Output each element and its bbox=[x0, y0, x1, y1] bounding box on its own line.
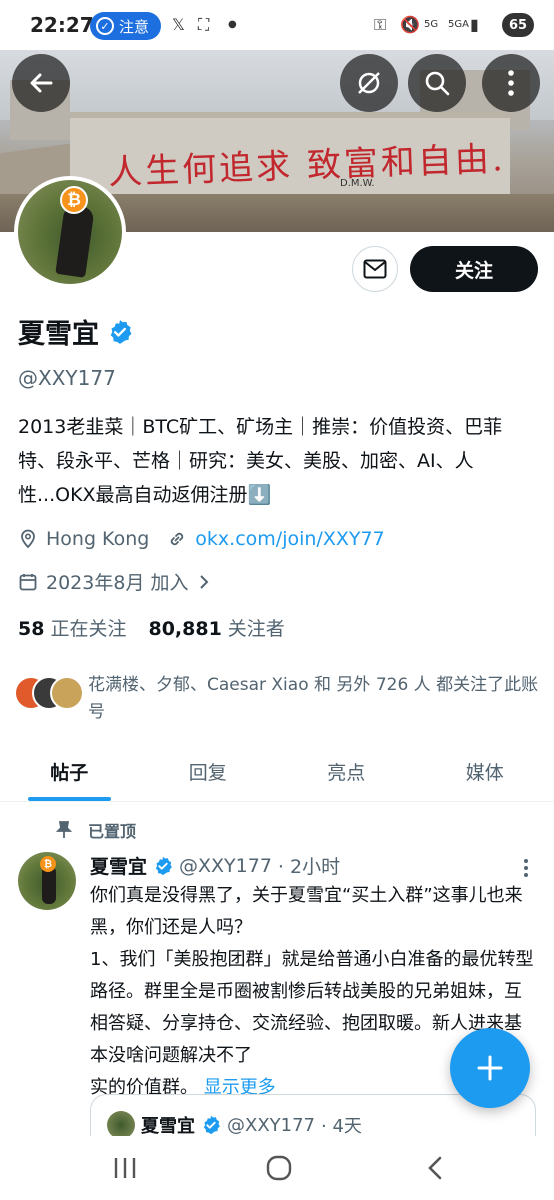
no-view-icon bbox=[358, 72, 380, 94]
notice-icon: ✓ bbox=[96, 17, 114, 35]
profile-link[interactable]: okx.com/join/XXY77 bbox=[195, 528, 384, 550]
verified-badge-icon bbox=[203, 1115, 220, 1135]
pinned-label: 已置顶 bbox=[88, 822, 137, 841]
profile-tabs: 帖子 回复 亮点 媒体 bbox=[0, 748, 554, 802]
back-nav-button[interactable] bbox=[420, 1154, 450, 1182]
location-pin-icon bbox=[21, 529, 35, 549]
quoted-post-header: 夏雪宜 @XXY177 · 4天 bbox=[107, 1111, 362, 1139]
tab-media[interactable]: 媒体 bbox=[416, 748, 554, 801]
banner-signature: D.M.W. bbox=[340, 178, 375, 189]
compose-button[interactable] bbox=[450, 1028, 530, 1108]
status-time: 22:27 bbox=[30, 13, 94, 37]
pinned-indicator: 已置顶 bbox=[56, 818, 136, 842]
more-button[interactable] bbox=[482, 54, 540, 112]
followers-count: 80,881 bbox=[148, 618, 222, 640]
home-icon bbox=[266, 1155, 292, 1181]
tab-replies[interactable]: 回复 bbox=[139, 748, 278, 801]
following-count: 58 bbox=[18, 618, 45, 640]
more-vertical-icon[interactable] bbox=[516, 856, 536, 880]
back-icon bbox=[428, 1156, 442, 1180]
quoted-post-time: · 4天 bbox=[321, 1116, 362, 1137]
status-bar: 22:27 ✓ 注意 𝕏 ⛶ ● ⚿ 🔇 5G 5GA ▮ 65 bbox=[0, 0, 554, 50]
following-label: 正在关注 bbox=[50, 618, 127, 640]
home-button[interactable] bbox=[264, 1154, 294, 1182]
network-5g-label: 5G bbox=[424, 19, 439, 30]
follow-counts: 58 正在关注 80,881 关注者 bbox=[18, 614, 285, 641]
key-icon: ⚿ bbox=[374, 15, 387, 34]
verified-badge-icon bbox=[155, 856, 172, 875]
tab-posts[interactable]: 帖子 bbox=[0, 748, 139, 801]
following-stat[interactable]: 58 正在关注 bbox=[18, 614, 126, 641]
chevron-right-icon bbox=[200, 574, 209, 589]
mute-icon: 🔇 bbox=[400, 15, 420, 34]
more-vertical-icon bbox=[508, 70, 514, 96]
post-author-handle[interactable]: @XXY177 bbox=[179, 855, 272, 877]
bitcoin-icon: ₿ bbox=[60, 186, 88, 214]
display-name-text: 夏雪宜 bbox=[18, 319, 99, 350]
mutual-avatars bbox=[14, 676, 84, 710]
profile-bio: 2013老韭菜｜BTC矿工、矿场主｜推崇：价值投资、巴菲特、段永平、芒格｜研究：… bbox=[18, 416, 503, 506]
followers-stat[interactable]: 80,881 关注者 bbox=[148, 614, 284, 641]
back-button[interactable] bbox=[12, 54, 70, 112]
post-header: 夏雪宜 @XXY177 · 2小时 bbox=[90, 852, 340, 879]
mutual-followers-text: 花满楼、夕郁、Caesar Xiao 和 另外 726 人 都关注了此账号 bbox=[88, 675, 539, 722]
profile-location: Hong Kong bbox=[46, 528, 150, 550]
search-icon bbox=[425, 71, 450, 96]
quoted-author-name: 夏雪宜 bbox=[141, 1116, 195, 1137]
tab-highlights[interactable]: 亮点 bbox=[277, 748, 416, 801]
profile-joined: 2023年8月 加入 bbox=[46, 572, 189, 594]
system-nav-bar bbox=[0, 1136, 554, 1200]
back-arrow-icon bbox=[30, 73, 53, 93]
bitcoin-icon: ₿ bbox=[40, 856, 56, 872]
network-5ga-label: 5GA bbox=[448, 19, 469, 30]
message-button[interactable] bbox=[352, 246, 398, 292]
mail-icon bbox=[363, 259, 387, 279]
profile-handle: @XXY177 bbox=[18, 366, 116, 390]
search-button[interactable] bbox=[408, 54, 466, 112]
scan-icon: ⛶ bbox=[198, 15, 210, 34]
follow-button[interactable]: 关注 bbox=[410, 246, 538, 292]
verified-badge-icon[interactable] bbox=[107, 319, 133, 345]
notice-label: 注意 bbox=[119, 17, 150, 36]
plus-icon bbox=[477, 1055, 503, 1081]
recents-icon bbox=[114, 1158, 136, 1178]
hide-button[interactable] bbox=[340, 54, 398, 112]
recents-button[interactable] bbox=[110, 1154, 140, 1182]
profile-meta-row: Hong Kong okx.com/join/XXY77 bbox=[18, 528, 385, 550]
pin-icon bbox=[56, 821, 72, 838]
avatar bbox=[107, 1111, 135, 1139]
link-icon bbox=[171, 532, 184, 546]
avatar bbox=[50, 676, 84, 710]
quoted-author-handle: @XXY177 bbox=[227, 1114, 316, 1136]
display-name: 夏雪宜 bbox=[18, 312, 133, 351]
post-author-name[interactable]: 夏雪宜 bbox=[90, 852, 147, 879]
signal-icon: ▮ bbox=[470, 15, 479, 34]
post-author-avatar[interactable]: ₿ bbox=[18, 852, 76, 910]
x-logo-icon: 𝕏 bbox=[172, 15, 185, 34]
calendar-icon bbox=[19, 573, 37, 590]
followers-label: 关注者 bbox=[227, 618, 285, 640]
profile-joined-row[interactable]: 2023年8月 加入 bbox=[18, 568, 210, 595]
dot-icon: ● bbox=[228, 19, 237, 30]
battery-indicator: 65 bbox=[502, 13, 534, 37]
notice-pill[interactable]: ✓ 注意 bbox=[90, 12, 162, 40]
post-time: · 2小时 bbox=[277, 856, 341, 878]
